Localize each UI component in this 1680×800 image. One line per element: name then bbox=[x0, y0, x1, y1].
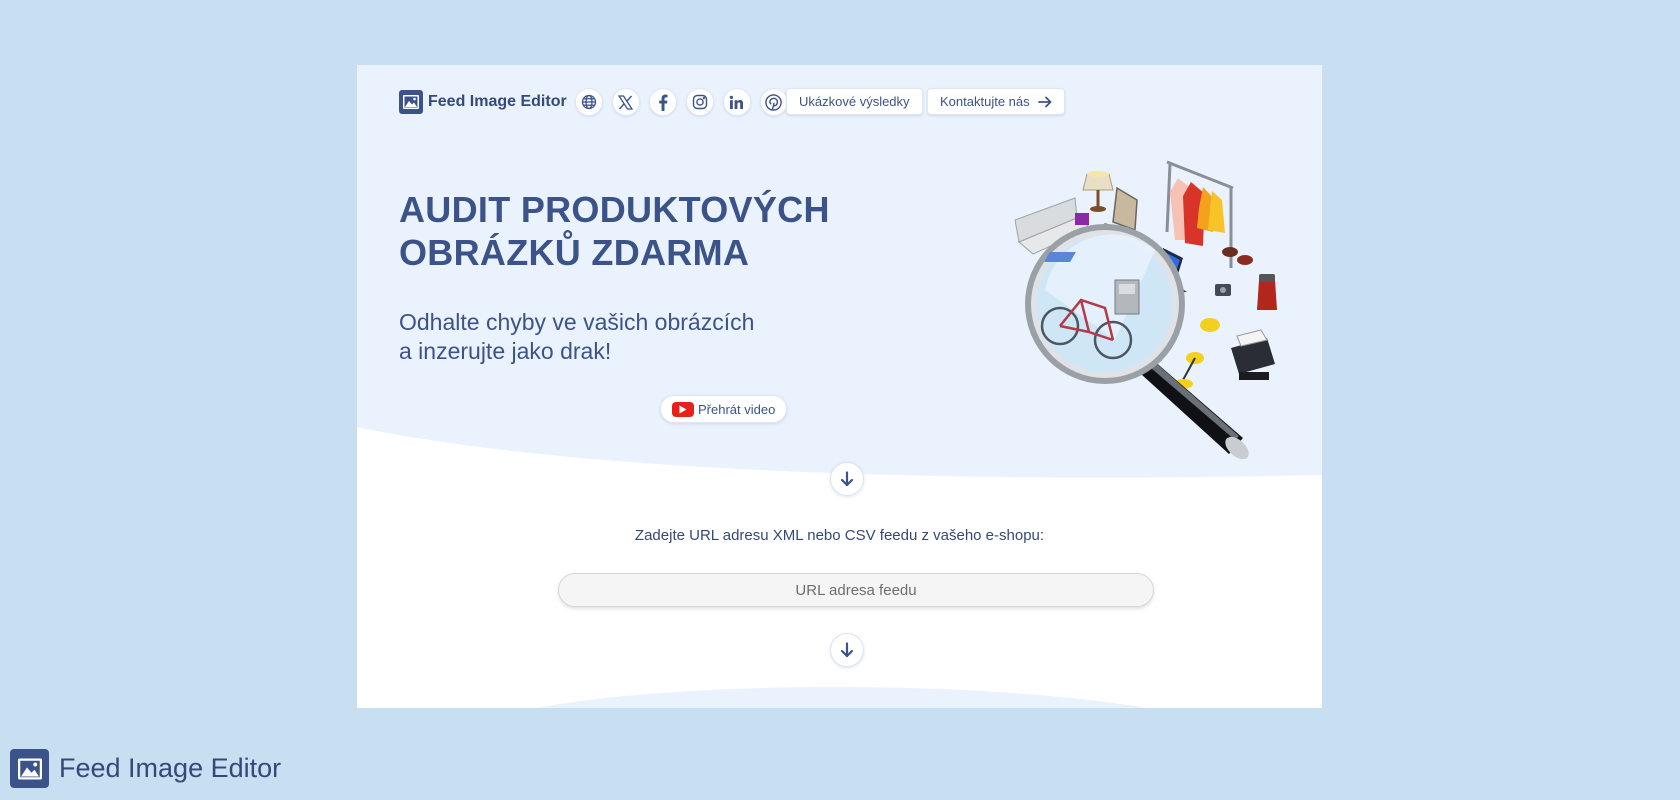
printer-illustration bbox=[1231, 329, 1275, 380]
arrow-right-icon bbox=[1037, 96, 1052, 108]
hero-subtitle: Odhalte chyby ve vašich obrázcích a inze… bbox=[399, 308, 754, 366]
hero-illustration bbox=[1014, 160, 1277, 460]
pinterest-link[interactable] bbox=[759, 88, 788, 116]
footer-brand-name: Feed Image Editor bbox=[59, 753, 282, 783]
title-bold-audit: AUDIT bbox=[399, 189, 511, 230]
title-produktovych: PRODUKTOVÝCH bbox=[520, 189, 830, 230]
subtitle-line-2: a inzerujte jako drak! bbox=[399, 338, 612, 364]
image-icon bbox=[17, 758, 42, 779]
kettle-illustration bbox=[1257, 274, 1277, 310]
feed-url-input[interactable] bbox=[558, 573, 1154, 607]
magnifier-lens bbox=[1025, 224, 1185, 384]
brand-logo[interactable] bbox=[399, 90, 423, 114]
facebook-link[interactable] bbox=[648, 88, 677, 116]
contact-label: Kontaktujte nás bbox=[940, 94, 1030, 109]
x-link[interactable] bbox=[611, 88, 640, 116]
lamp-illustration bbox=[1082, 171, 1114, 212]
title-bold-zdarma: ZDARMA bbox=[591, 232, 750, 273]
youtube-icon bbox=[672, 401, 694, 417]
globe-icon bbox=[581, 94, 596, 110]
linkedin-link[interactable] bbox=[722, 88, 751, 116]
arrow-down-icon bbox=[840, 471, 854, 487]
landing-card: Feed Image Editor Ukázkové výsledky Kont… bbox=[357, 65, 1322, 708]
footer-logo[interactable] bbox=[10, 749, 49, 788]
pinterest-icon bbox=[765, 93, 783, 111]
arrow-down-icon bbox=[840, 642, 854, 658]
x-icon bbox=[618, 94, 634, 110]
instagram-link[interactable] bbox=[685, 88, 714, 116]
linkedin-icon bbox=[730, 95, 744, 109]
top-nav: Feed Image Editor bbox=[399, 85, 788, 119]
globe-link[interactable] bbox=[574, 88, 603, 116]
play-video-button[interactable]: Přehrát video bbox=[660, 395, 788, 423]
footer-brand: Feed Image Editor bbox=[10, 749, 281, 788]
shoes-illustration bbox=[1222, 247, 1238, 257]
examples-button[interactable]: Ukázkové výsledky bbox=[786, 88, 923, 115]
brand-name: Feed Image Editor bbox=[428, 93, 567, 110]
facebook-icon bbox=[658, 94, 668, 111]
play-video-label: Přehrát video bbox=[698, 401, 776, 417]
feed-url-prompt: Zadejte URL adresu XML nebo CSV feedu z … bbox=[634, 527, 1045, 544]
image-icon bbox=[403, 95, 419, 109]
magnifier-handle bbox=[1141, 360, 1249, 460]
hero-title: AUDIT PRODUKTOVÝCH OBRÁZKŮ ZDARMA bbox=[399, 188, 830, 274]
title-obrazku: OBRÁZKŮ bbox=[399, 232, 582, 273]
scroll-down-button[interactable] bbox=[830, 462, 864, 496]
subtitle-line-1: Odhalte chyby ve vašich obrázcích bbox=[399, 309, 755, 335]
contact-button[interactable]: Kontaktujte nás bbox=[927, 88, 1065, 115]
coffee-machine-illustration bbox=[1114, 279, 1140, 315]
instagram-icon bbox=[692, 94, 707, 110]
scroll-down-button-2[interactable] bbox=[830, 633, 864, 667]
